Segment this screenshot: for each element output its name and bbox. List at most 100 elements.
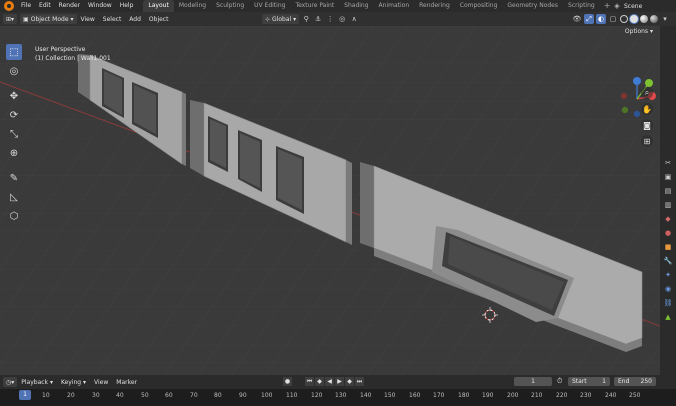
data-icon[interactable]: ▲ <box>663 312 673 322</box>
tab-shading[interactable]: Shading <box>339 0 373 12</box>
current-frame-indicator[interactable]: 1 <box>19 390 31 400</box>
xray-icon[interactable]: ▢ <box>608 14 618 24</box>
tab-modeling[interactable]: Modeling <box>174 0 211 12</box>
orientation-dropdown[interactable]: ⊹ Global ▾ <box>262 14 300 24</box>
timeline-menu-playback[interactable]: Playback ▾ <box>17 379 57 386</box>
record-icon[interactable]: ● <box>283 377 292 386</box>
tab-layout[interactable]: Layout <box>143 0 174 12</box>
header-menu-select[interactable]: Select <box>99 16 126 23</box>
cursor-icon[interactable]: ◎ <box>6 63 22 79</box>
timeline-editor-type-button[interactable]: ◷▾ <box>3 377 18 387</box>
view-layer-icon[interactable]: ▥ <box>663 200 673 210</box>
tab-compositing[interactable]: Compositing <box>455 0 503 12</box>
rendered-shading-icon[interactable] <box>650 15 658 23</box>
3d-viewport[interactable]: User Perspective (1) Collection | Wall1.… <box>0 26 660 375</box>
scene-selector[interactable]: ◈ Scene <box>613 1 674 11</box>
gizmo-toggle-icon[interactable]: ⤢ <box>584 14 594 24</box>
perspective-toggle-icon[interactable]: ⊞ <box>641 135 653 147</box>
ruler-tick: 220 <box>556 392 568 399</box>
start-frame-field[interactable]: Start 1 <box>568 377 610 386</box>
select-box-icon[interactable]: ⬚ <box>6 44 22 60</box>
constraints-icon[interactable]: ⛓ <box>663 298 673 308</box>
chevron-down-icon[interactable]: ▾ <box>660 14 670 24</box>
ruler-tick: 60 <box>165 392 173 399</box>
play-reverse-icon[interactable]: ◀ <box>325 377 334 386</box>
world-icon[interactable]: ● <box>663 228 673 238</box>
physics-icon[interactable]: ◉ <box>663 284 673 294</box>
object-icon[interactable]: ■ <box>663 242 673 252</box>
neg-x-axis-icon[interactable] <box>620 92 628 100</box>
timeline-menu-keying[interactable]: Keying ▾ <box>57 379 90 386</box>
prev-keyframe-icon[interactable]: ◆ <box>315 377 324 386</box>
menu-edit[interactable]: Edit <box>35 0 55 12</box>
rotate-icon[interactable]: ⟳ <box>6 107 22 123</box>
measure-icon[interactable]: ◺ <box>6 189 22 205</box>
zoom-icon[interactable]: ⌕ <box>641 87 653 99</box>
menu-window[interactable]: Window <box>84 0 116 12</box>
scene-name: Scene <box>624 2 643 10</box>
particles-icon[interactable]: ✦ <box>663 270 673 280</box>
end-frame-field[interactable]: End 250 <box>614 377 656 386</box>
tab-geometry-nodes[interactable]: Geometry Nodes <box>502 0 563 12</box>
play-icon[interactable]: ▶ <box>335 377 344 386</box>
tab-scripting[interactable]: Scripting <box>563 0 600 12</box>
add-cube-icon[interactable]: ⬡ <box>6 208 22 224</box>
timeline-menu-view[interactable]: View <box>90 379 112 386</box>
view-name: User Perspective <box>35 46 86 53</box>
visibility-icon[interactable]: 👁 <box>572 14 582 24</box>
mode-dropdown[interactable]: ▣ Object Mode ▾ <box>20 14 77 24</box>
material-shading-icon[interactable] <box>640 15 648 23</box>
menu-file[interactable]: File <box>17 0 35 12</box>
object-mode-icon: ▣ <box>23 15 29 23</box>
modifier-icon[interactable]: 🔧 <box>663 256 673 266</box>
snap-target-icon[interactable]: ⋮ <box>325 14 335 24</box>
y-axis-icon[interactable] <box>645 79 653 87</box>
proportional-edit-icon[interactable]: ◎ <box>337 14 347 24</box>
scene-icon[interactable]: ◆ <box>663 214 673 224</box>
tab-animation[interactable]: Animation <box>374 0 415 12</box>
annotate-icon[interactable]: ✎ <box>6 170 22 186</box>
transform-icon[interactable]: ⊕ <box>6 145 22 161</box>
menu-help[interactable]: Help <box>116 0 138 12</box>
camera-view-icon[interactable]: ◙ <box>641 119 653 131</box>
menu-render[interactable]: Render <box>55 0 84 12</box>
wireframe-shading-icon[interactable] <box>620 15 628 23</box>
overlay-toggle-icon[interactable]: ◐ <box>596 14 606 24</box>
ruler-tick: 40 <box>116 392 124 399</box>
next-keyframe-icon[interactable]: ◆ <box>345 377 354 386</box>
jump-start-icon[interactable]: ⏮ <box>305 377 314 386</box>
navigation-gizmo[interactable] <box>612 74 660 124</box>
header-menu-add[interactable]: Add <box>125 16 145 23</box>
header-menu-object[interactable]: Object <box>145 16 173 23</box>
tab-uv-editing[interactable]: UV Editing <box>249 0 290 12</box>
blender-logo-icon[interactable] <box>4 1 14 11</box>
ruler-tick: 230 <box>580 392 592 399</box>
viewport-display-controls: 👁 ⤢ ◐ ▢ ▾ <box>570 14 670 24</box>
pan-hand-icon[interactable]: ✋ <box>641 103 653 115</box>
move-icon[interactable]: ✥ <box>6 88 22 104</box>
ruler-tick: 100 <box>261 392 273 399</box>
scale-icon[interactable]: ⤡ <box>6 126 22 142</box>
neg-y-axis-icon[interactable] <box>621 106 629 114</box>
tool-icon[interactable]: ✂ <box>663 158 673 168</box>
output-icon[interactable]: ▤ <box>663 186 673 196</box>
timeline-ruler[interactable]: 1 10 20 30 40 50 60 70 80 90 100 110 120… <box>0 389 676 406</box>
tab-sculpting[interactable]: Sculpting <box>211 0 249 12</box>
tab-texture-paint[interactable]: Texture Paint <box>290 0 339 12</box>
tab-rendering[interactable]: Rendering <box>414 0 455 12</box>
pivot-icon[interactable]: ⚲ <box>301 14 311 24</box>
falloff-icon[interactable]: ∧ <box>349 14 359 24</box>
editor-type-button[interactable]: ⊞▾ <box>3 14 18 24</box>
current-frame-field[interactable]: 1 <box>514 377 552 386</box>
ruler-tick: 180 <box>458 392 470 399</box>
clock-icon[interactable]: ⏱ <box>557 377 562 386</box>
render-icon[interactable]: ▣ <box>663 172 673 182</box>
jump-end-icon[interactable]: ⏭ <box>355 377 364 386</box>
timeline-menu-marker[interactable]: Marker <box>112 379 141 386</box>
neg-z-axis-icon[interactable] <box>633 110 641 118</box>
options-dropdown[interactable]: Options ▾ <box>622 28 656 37</box>
solid-shading-icon[interactable] <box>630 15 638 23</box>
z-axis-icon[interactable] <box>633 77 641 85</box>
snap-icon[interactable]: ⚓ <box>313 14 323 24</box>
header-menu-view[interactable]: View <box>77 16 99 23</box>
